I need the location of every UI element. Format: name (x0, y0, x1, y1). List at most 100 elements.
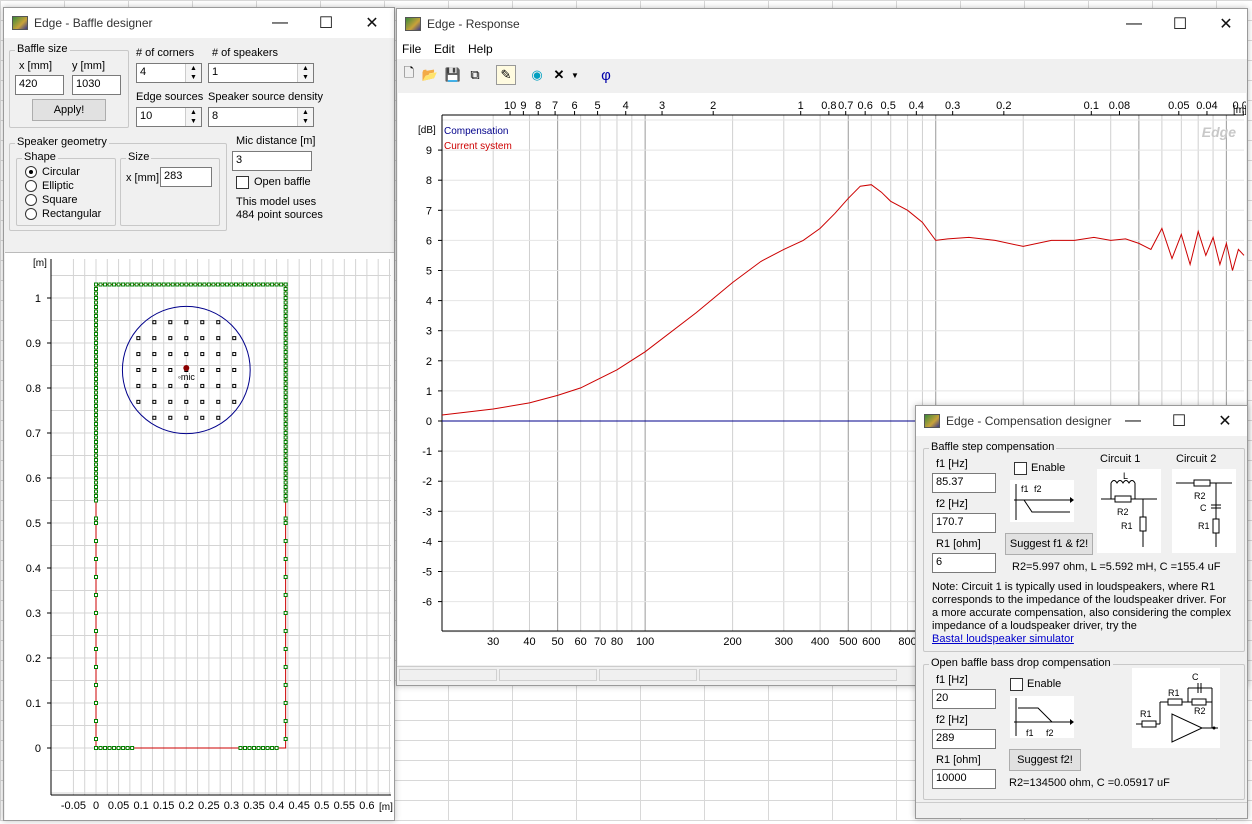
edge-source-marker (103, 282, 108, 287)
edge-source-marker (94, 453, 98, 458)
m-unit-label: [m] (1233, 105, 1246, 116)
f2-input[interactable]: 170.7 (932, 513, 996, 533)
y-tick-label: 4 (426, 296, 432, 308)
cross-icon[interactable]: ✕ (549, 65, 569, 85)
f1-input[interactable]: 85.37 (932, 473, 996, 493)
spin-arrows-icon[interactable]: ▲ ▼ (297, 108, 313, 126)
ob-f1-input[interactable]: 20 (932, 689, 996, 709)
minimize-button[interactable]: — (1111, 9, 1157, 39)
edge-source-marker (283, 318, 288, 323)
mic-distance-input[interactable]: 3 (232, 151, 312, 171)
baffle-titlebar[interactable]: Edge - Baffle designer — ☐ ✕ (4, 8, 394, 38)
dropdown-icon[interactable]: ▼ (569, 65, 581, 85)
maximize-button[interactable]: ☐ (1157, 9, 1203, 39)
enable-step-checkbox[interactable] (1014, 462, 1027, 475)
comp-titlebar[interactable]: Edge - Compensation designer — ☐ ✕ (916, 406, 1247, 436)
edge-source-marker (283, 701, 288, 705)
top-tick-label: 7 (552, 100, 558, 112)
close-button[interactable]: ✕ (349, 8, 395, 38)
top-tick-label: 0.08 (1109, 100, 1130, 112)
status-cell (699, 669, 897, 681)
radio-square[interactable] (25, 194, 37, 206)
edge-source-marker (94, 719, 98, 723)
edge-source-marker (238, 282, 243, 287)
edge-source-marker (94, 381, 98, 386)
speakers-spinner[interactable]: 1 ▲ ▼ (208, 63, 314, 83)
edge-source-marker (94, 408, 98, 413)
maximize-button[interactable]: ☐ (1156, 406, 1202, 436)
edge-source-marker (283, 539, 288, 543)
y-tick-label: -1 (422, 446, 432, 458)
edge-source-marker (265, 746, 270, 750)
suggest-f1-f2-button[interactable]: Suggest f1 & f2! (1005, 533, 1093, 555)
x-tick-label: 100 (636, 636, 654, 648)
edge-source-marker (94, 282, 98, 287)
suggest-f2-button[interactable]: Suggest f2! (1009, 749, 1081, 771)
density-value: 8 (212, 110, 219, 122)
close-button[interactable]: ✕ (1203, 9, 1249, 39)
baffle-x-input[interactable]: 420 (15, 75, 64, 95)
open-baffle-checkbox[interactable] (236, 176, 249, 189)
window-title: Edge - Baffle designer (34, 16, 153, 30)
basta-link[interactable]: Basta! loudspeaker simulator (932, 633, 1074, 645)
maximize-button[interactable]: ☐ (303, 8, 349, 38)
status-cell (399, 669, 497, 681)
source-point (216, 383, 221, 388)
new-icon[interactable]: 🗋 (399, 65, 419, 85)
spin-arrows-icon[interactable]: ▲ ▼ (185, 108, 201, 126)
source-point (152, 352, 157, 357)
y-tick-label: 1 (426, 386, 432, 398)
ob-f2-input[interactable]: 289 (932, 729, 996, 749)
minimize-button[interactable]: — (1110, 406, 1156, 436)
menu-edit[interactable]: Edit (434, 42, 455, 56)
size-x-input[interactable]: 283 (160, 167, 212, 187)
edge-source-marker (94, 665, 98, 669)
spin-arrows-icon[interactable]: ▲ ▼ (297, 64, 313, 82)
phi-icon[interactable]: φ (596, 65, 616, 85)
edge-source-marker (256, 282, 261, 287)
radio-rectangular[interactable] (25, 208, 37, 220)
r1-input[interactable]: 6 (932, 553, 996, 573)
edge-source-marker (283, 647, 288, 651)
source-point (232, 336, 237, 341)
edge-source-marker (283, 453, 288, 458)
mic-label: ◦mic (178, 372, 196, 382)
ob-r1-input[interactable]: 10000 (932, 769, 996, 789)
edge-source-marker (94, 737, 98, 741)
save-icon[interactable]: 💾 (443, 65, 463, 85)
speaker-icon[interactable]: ◉ (527, 65, 547, 85)
open-icon[interactable]: 📂 (420, 65, 440, 85)
source-point (168, 336, 173, 341)
edge-source-marker (283, 354, 288, 359)
edge-source-marker (252, 746, 257, 750)
radio-elliptic[interactable] (25, 180, 37, 192)
spin-arrows-icon[interactable]: ▲ ▼ (185, 64, 201, 82)
minimize-button[interactable]: — (257, 8, 303, 38)
enable-ob-checkbox[interactable] (1010, 678, 1023, 691)
ob-circ-c-label: C (1192, 672, 1199, 682)
radio-circular[interactable] (25, 166, 37, 178)
corners-spinner[interactable]: 4 ▲ ▼ (136, 63, 202, 83)
edge-source-marker (94, 480, 98, 485)
close-button[interactable]: ✕ (1202, 406, 1248, 436)
edge-source-marker (229, 282, 234, 287)
apply-button[interactable]: Apply! (32, 99, 106, 121)
menu-file[interactable]: File (402, 42, 421, 56)
y-unit-label: [m] (33, 258, 47, 269)
menu-help[interactable]: Help (468, 42, 493, 56)
y-tick-label: 3 (426, 326, 432, 338)
pen-icon[interactable]: ✎ (496, 65, 516, 85)
response-titlebar[interactable]: Edge - Response — ☐ ✕ (397, 9, 1247, 39)
copy-icon[interactable]: ⧉ (465, 65, 485, 85)
source-point (216, 320, 221, 325)
edge-source-marker (94, 444, 98, 449)
baffle-y-input[interactable]: 1030 (72, 75, 121, 95)
edge-sources-spinner[interactable]: 10 ▲ ▼ (136, 107, 202, 127)
baffle-plot[interactable]: 1 0.9 0.8 0.7 0.6 0.5 0.4 0.3 0.2 0.1 0 -0.05 0 0.05 0… (5, 253, 394, 821)
top-tick-label: 0.8 (821, 100, 836, 112)
edge-source-marker (283, 575, 288, 579)
density-spinner[interactable]: 8 ▲ ▼ (208, 107, 314, 127)
edge-source-marker (215, 282, 220, 287)
edge-source-marker (94, 354, 98, 359)
top-tick-label: 0.7 (838, 100, 853, 112)
